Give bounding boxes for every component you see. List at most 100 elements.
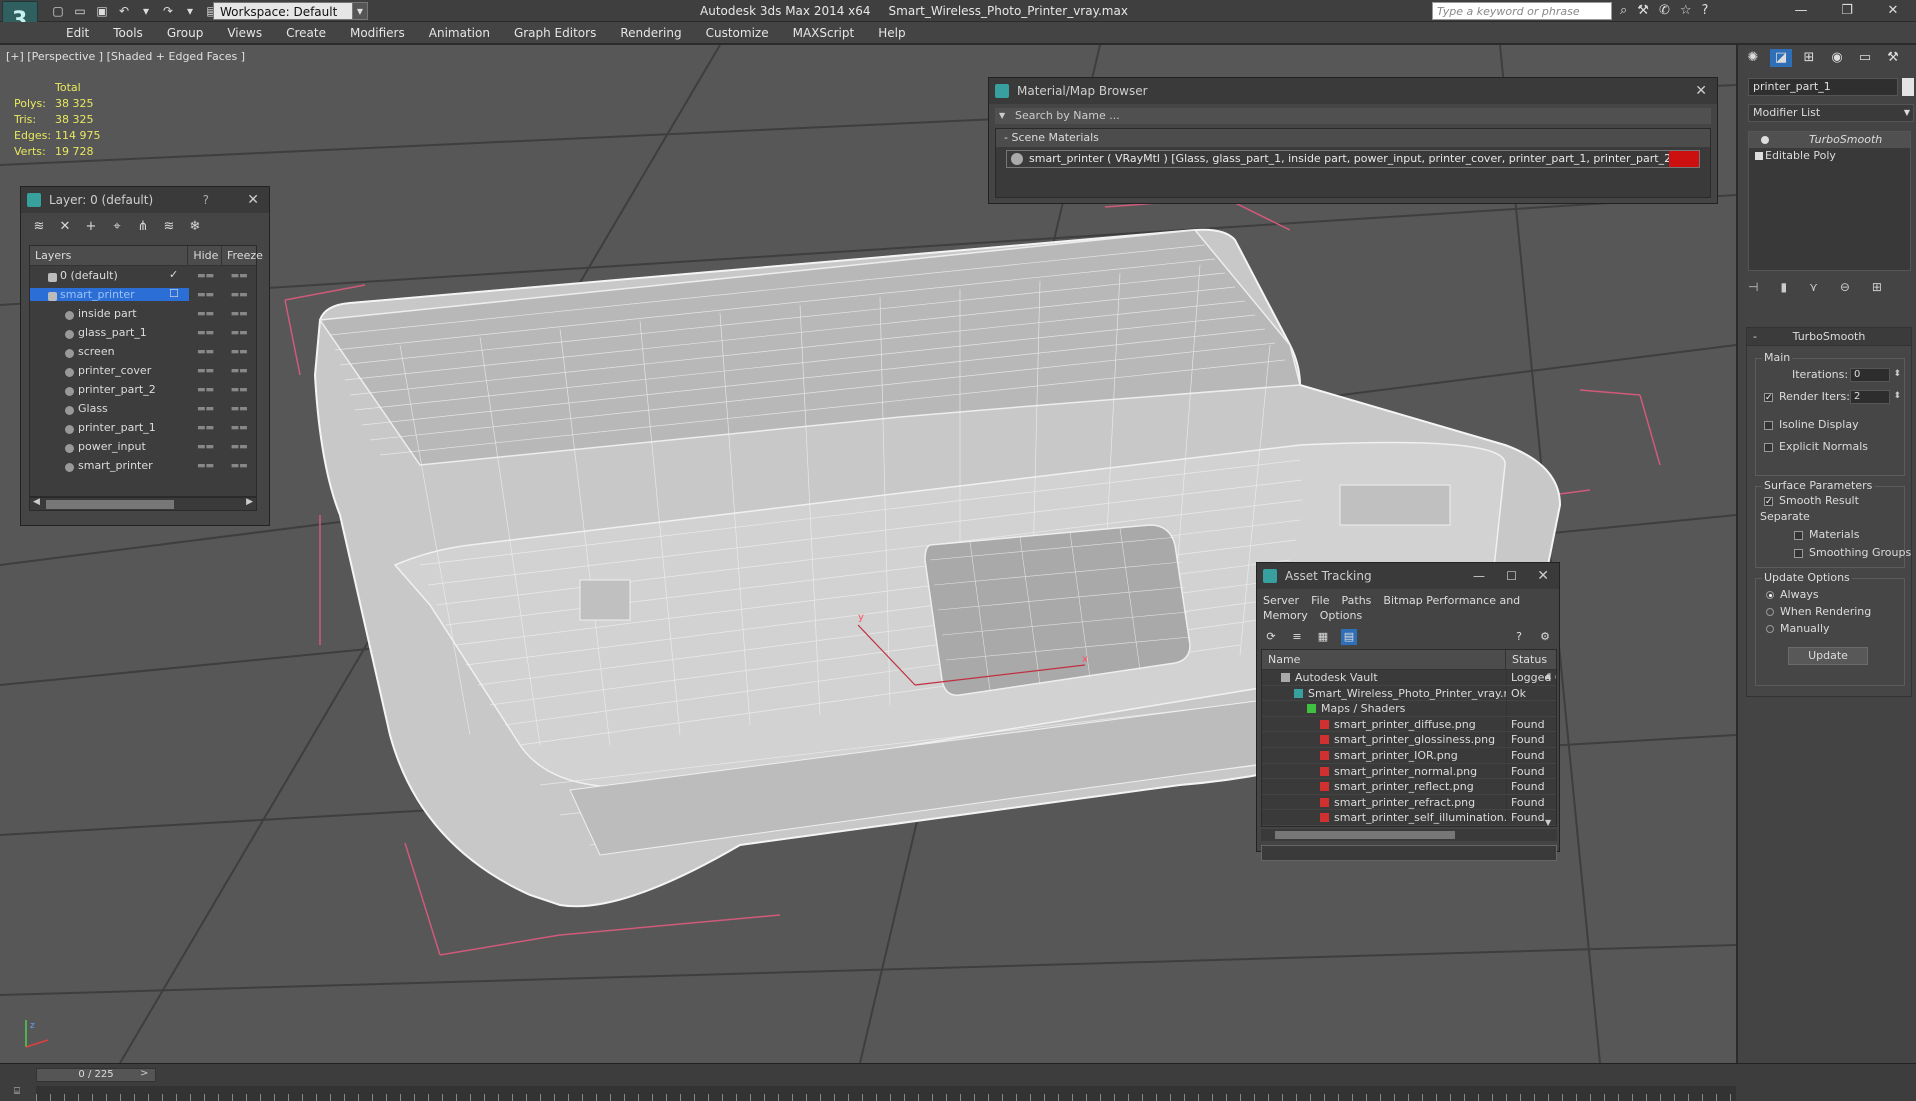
highlight-layer-icon[interactable]: ⋔ (135, 219, 151, 235)
hide-toggle[interactable]: ▬▬ (189, 366, 223, 376)
asset-row[interactable]: Maps / Shaders (1262, 701, 1556, 717)
hide-toggle[interactable]: ▬▬ (189, 423, 223, 433)
hide-toggle[interactable]: ▬▬ (189, 271, 223, 281)
isoline-checkbox[interactable] (1764, 420, 1773, 430)
asset-row[interactable]: Smart_Wireless_Photo_Printer_vray.max Ok (1262, 685, 1556, 702)
maximize-icon[interactable]: ☐ (1506, 563, 1517, 589)
favorites-star-icon[interactable]: ☆ (1680, 3, 1692, 18)
asset-row[interactable]: smart_printer_reflect.png Found (1262, 779, 1556, 795)
hide-toggle[interactable]: ▬▬ (189, 290, 223, 300)
layer-name[interactable]: 0 (default) (30, 269, 189, 282)
menu-item-animation[interactable]: Animation (417, 25, 502, 41)
hide-all-icon[interactable]: ≋ (161, 219, 177, 235)
material-item[interactable]: smart_printer ( VRayMtl ) [Glass, glass_… (1006, 150, 1700, 168)
smoothing-groups-row[interactable]: Smoothing Groups (1794, 545, 1911, 561)
subscription-icon[interactable]: ⚒ (1637, 3, 1649, 18)
layer-row[interactable]: smart_printer ▬▬ ▬▬ ☐ (30, 285, 256, 304)
thumbnail-view-icon[interactable]: ▦ (1315, 629, 1331, 645)
layer-row[interactable]: inside part ▬▬ ▬▬ (30, 304, 256, 323)
hide-toggle[interactable]: ▬▬ (189, 442, 223, 452)
layer-name[interactable]: Glass (30, 402, 189, 415)
asset-horizontal-scrollbar[interactable] (1261, 829, 1557, 841)
manually-row[interactable]: Manually (1766, 621, 1830, 637)
col-layers[interactable]: Layers (30, 246, 189, 265)
asset-menu-options[interactable]: Options (1320, 609, 1362, 622)
asset-row[interactable]: smart_printer_refract.png Found (1262, 794, 1556, 811)
smooth-result-checkbox[interactable] (1764, 494, 1773, 510)
object-name-field[interactable]: printer_part_1 (1748, 78, 1898, 96)
freeze-toggle[interactable]: ▬▬ (222, 461, 256, 471)
object-color-swatch[interactable] (1902, 78, 1914, 96)
menu-item-create[interactable]: Create (274, 25, 338, 41)
help-icon[interactable]: ? (203, 187, 209, 213)
col-name[interactable]: Name (1262, 650, 1506, 669)
scroll-right-icon[interactable]: ▶ (246, 497, 253, 507)
active-layer-check-icon[interactable]: ✓ (169, 268, 178, 281)
asset-row[interactable]: Autodesk Vault Logged O (1262, 670, 1556, 686)
menu-item-views[interactable]: Views (215, 25, 274, 41)
freeze-toggle[interactable]: ▬▬ (222, 271, 256, 281)
open-file-icon[interactable]: ▭ (72, 3, 88, 19)
asset-row[interactable]: smart_printer_glossiness.png Found (1262, 732, 1556, 748)
render-iters-checkbox[interactable] (1764, 390, 1773, 406)
keyword-search-input[interactable]: Type a keyword or phrase (1432, 2, 1612, 20)
iterations-spinner[interactable]: 0 (1850, 368, 1901, 382)
when-rendering-row[interactable]: When Rendering (1766, 604, 1871, 620)
communication-icon[interactable]: ✆ (1659, 3, 1670, 18)
vault-help-icon[interactable]: ? (1511, 629, 1527, 645)
track-bar-toggle-icon[interactable]: ⌸ (14, 1086, 34, 1100)
asset-menu-paths[interactable]: Paths (1342, 594, 1372, 607)
delete-layer-icon[interactable]: ✕ (57, 219, 73, 235)
freeze-toggle[interactable]: ▬▬ (222, 423, 256, 433)
manually-radio[interactable] (1766, 625, 1774, 633)
scroll-left-icon[interactable]: ◀ (33, 497, 40, 507)
freeze-toggle[interactable]: ▬▬ (222, 404, 256, 414)
update-button[interactable]: Update (1788, 647, 1868, 665)
col-hide[interactable]: Hide (188, 246, 222, 265)
always-radio[interactable] (1766, 591, 1774, 599)
asset-row[interactable]: smart_printer_diffuse.png Found (1262, 716, 1556, 733)
freeze-toggle[interactable]: ▬▬ (222, 385, 256, 395)
freeze-toggle[interactable]: ▬▬ (222, 442, 256, 452)
layer-row[interactable]: Glass ▬▬ ▬▬ (30, 399, 256, 418)
layer-row[interactable]: printer_cover ▬▬ ▬▬ (30, 361, 256, 380)
when-rendering-radio[interactable] (1766, 608, 1774, 616)
motion-tab-icon[interactable]: ◉ (1826, 49, 1848, 67)
menu-item-edit[interactable]: Edit (54, 25, 101, 41)
minimize-icon[interactable]: — (1778, 0, 1824, 22)
menu-item-customize[interactable]: Customize (694, 25, 781, 41)
menu-item-maxscript[interactable]: MAXScript (781, 25, 867, 41)
asset-menu-bitmap-performance-and-memory[interactable]: Bitmap Performance and Memory (1263, 594, 1520, 622)
minimize-icon[interactable]: — (1473, 563, 1485, 589)
freeze-toggle[interactable]: ▬▬ (222, 309, 256, 319)
list-view-icon[interactable]: ≡ (1289, 629, 1305, 645)
layer-name[interactable]: smart_printer (30, 459, 189, 472)
asset-tracking-title-bar[interactable]: Asset Tracking — ☐ ✕ (1257, 563, 1559, 589)
freeze-all-icon[interactable]: ❄ (187, 219, 203, 235)
hide-toggle[interactable]: ▬▬ (189, 461, 223, 471)
hide-toggle[interactable]: ▬▬ (189, 404, 223, 414)
binoculars-icon[interactable]: ⌕ (1620, 3, 1627, 18)
menu-item-rendering[interactable]: Rendering (608, 25, 693, 41)
layer-name[interactable]: printer_part_1 (30, 421, 189, 434)
asset-menu-file[interactable]: File (1311, 594, 1329, 607)
scroll-up-icon[interactable]: ▲ (1545, 671, 1551, 680)
time-slider[interactable]: 0 / 225 (36, 1068, 156, 1082)
hide-toggle[interactable]: ▬▬ (189, 347, 223, 357)
redo-icon[interactable]: ↷ (160, 3, 176, 19)
material-browser-title-bar[interactable]: Material/Map Browser ✕ (989, 78, 1717, 104)
hierarchy-tab-icon[interactable]: ⊞ (1798, 49, 1820, 67)
render-iters-row[interactable]: Render Iters: (1764, 389, 1850, 406)
isoline-display-row[interactable]: Isoline Display (1764, 417, 1859, 433)
hide-toggle[interactable]: ▬▬ (189, 328, 223, 338)
asset-vertical-scrollbar[interactable]: ▲ ▼ (1545, 649, 1557, 827)
freeze-toggle[interactable]: ▬▬ (222, 347, 256, 357)
close-icon[interactable]: ✕ (1537, 563, 1549, 589)
layer-name[interactable]: glass_part_1 (30, 326, 189, 339)
new-file-icon[interactable]: ▢ (50, 3, 66, 19)
add-to-layer-icon[interactable]: + (83, 219, 99, 235)
asset-path-field[interactable] (1261, 845, 1557, 861)
layer-name[interactable]: printer_cover (30, 364, 189, 377)
smooth-result-row[interactable]: Smooth Result (1764, 493, 1859, 510)
menu-item-modifiers[interactable]: Modifiers (338, 25, 417, 41)
